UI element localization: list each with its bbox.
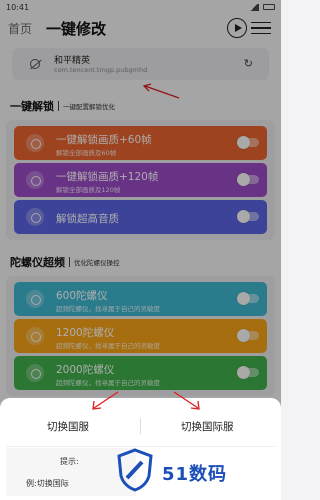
tip-text: 例:切换国际	[26, 479, 69, 488]
annotation-arrow-icon	[92, 391, 119, 410]
annotation-arrow-icon	[173, 391, 200, 410]
tip-label: 提示:	[60, 457, 79, 466]
divider	[140, 418, 141, 434]
switch-domestic-button[interactable]: 切换国服	[47, 419, 89, 434]
watermark-text: 51数码	[162, 464, 228, 485]
watermark: 51数码	[116, 448, 266, 494]
divider	[6, 446, 275, 447]
shield-logo-icon	[117, 448, 153, 492]
switch-international-button[interactable]: 切换国际服	[181, 419, 234, 434]
